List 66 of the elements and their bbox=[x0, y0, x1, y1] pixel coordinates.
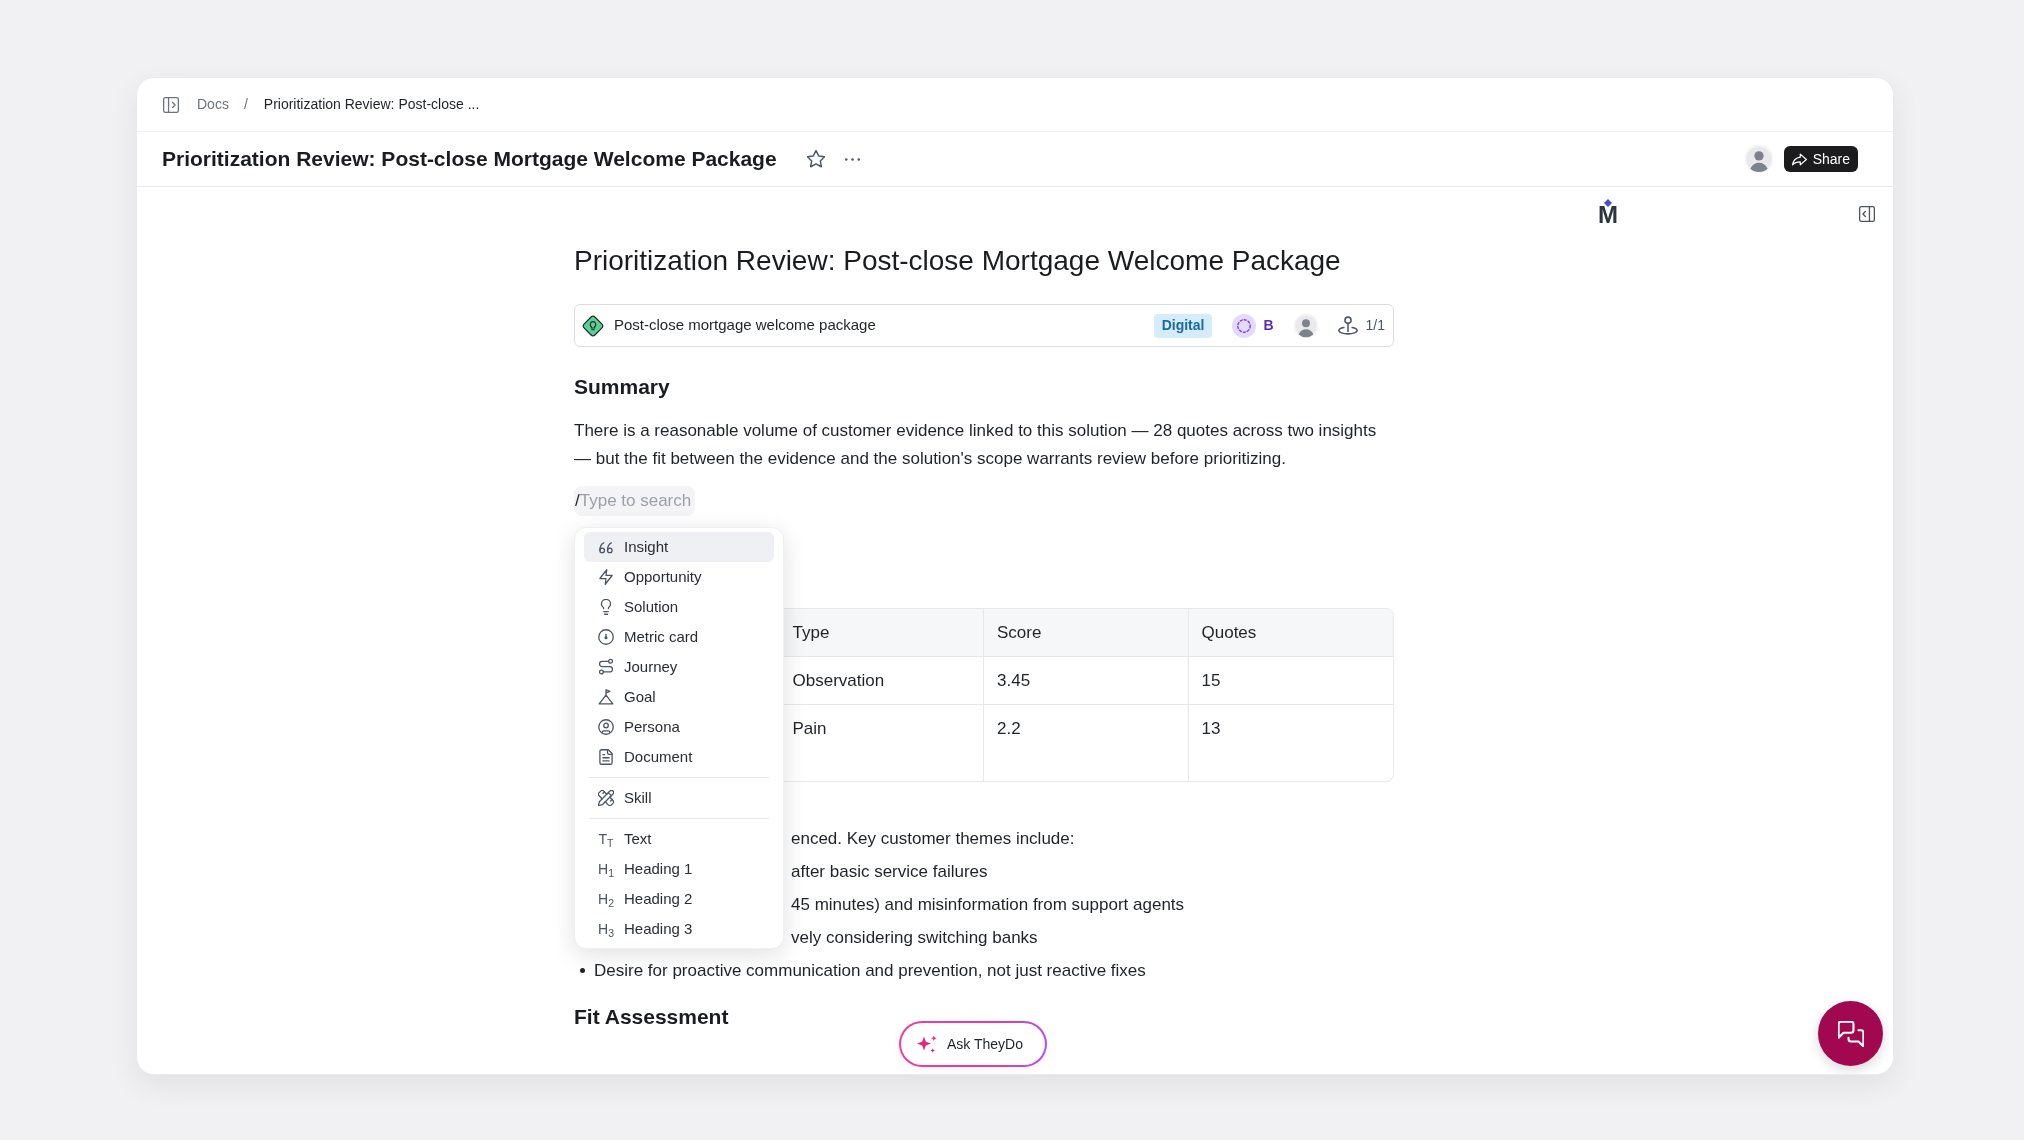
column-header: Type bbox=[779, 609, 984, 656]
table-cell: 3.45 bbox=[984, 657, 1189, 704]
column-header: Score bbox=[984, 609, 1189, 656]
menu-item[interactable]: T$_{T}$ Text bbox=[584, 824, 774, 854]
breadcrumb-current: Prioritization Review: Post-close ... bbox=[263, 95, 480, 114]
table-cell: Observation bbox=[779, 657, 984, 704]
menu-item[interactable]: H$_{1}$ Heading 1 bbox=[584, 854, 774, 884]
panel-collapse-icon[interactable] bbox=[1859, 206, 1875, 222]
table-cell: 2.2 bbox=[984, 705, 1189, 781]
menu-item[interactable]: Goal bbox=[584, 682, 774, 712]
quote-icon bbox=[598, 539, 614, 555]
menu-item[interactable]: Insight bbox=[584, 532, 774, 562]
breadcrumb-link[interactable]: Docs bbox=[197, 94, 229, 115]
solution-name: Post-close mortgage welcome package bbox=[614, 315, 876, 336]
mountain-flag-icon bbox=[598, 689, 614, 705]
ask-ai-button[interactable]: Ask TheyDo bbox=[899, 1021, 1047, 1067]
logo-text: M bbox=[1598, 205, 1618, 225]
user-avatar bbox=[1293, 313, 1318, 338]
sparkles-icon bbox=[917, 1035, 937, 1053]
dashed-circle-icon bbox=[1232, 313, 1257, 338]
table-cell-text: 15 bbox=[1200, 670, 1222, 692]
column-header: Quotes bbox=[1200, 621, 1258, 644]
more-icon[interactable] bbox=[844, 157, 860, 161]
star-icon[interactable] bbox=[806, 150, 825, 168]
breadcrumb-separator: / bbox=[243, 95, 248, 114]
menu-item[interactable]: H$_{2}$ Heading 2 bbox=[584, 884, 774, 914]
table-cell-text: 13 bbox=[1200, 718, 1222, 740]
page-title: Prioritization Review: Post-close Mortgage Welcome Package bbox=[162, 146, 777, 173]
paragraph-text: There is a reasonable volume of customer evidence linked to this solution — 28 quotes across two insights — but the fit between the evidence and the solution's scope warrants review before prioritizing. bbox=[574, 420, 1378, 470]
share-button[interactable]: Share bbox=[1783, 146, 1858, 172]
slash-command-field[interactable]: /Type to search bbox=[574, 486, 696, 516]
pencil-ruler-icon bbox=[598, 790, 614, 806]
lightbulb-icon bbox=[598, 599, 614, 615]
list-item-text: after basic service failures bbox=[791, 861, 988, 883]
user-avatar bbox=[1744, 145, 1773, 173]
route-icon bbox=[598, 659, 614, 675]
menu-item[interactable]: Document bbox=[584, 742, 774, 772]
paragraph-text: enced. Key customer themes include: bbox=[791, 828, 1075, 850]
user-circle-icon bbox=[598, 719, 614, 735]
location-pin-icon bbox=[1337, 316, 1358, 335]
menu-item[interactable]: Solution bbox=[584, 592, 774, 622]
lightning-icon bbox=[598, 569, 614, 585]
bullet-icon bbox=[580, 968, 585, 973]
sidebar-toggle-icon[interactable] bbox=[163, 96, 179, 113]
menu-item[interactable]: Skill bbox=[584, 783, 774, 813]
menu-item[interactable]: Opportunity bbox=[584, 562, 774, 592]
list-item-text: vely considering switching banks bbox=[791, 927, 1038, 949]
journey-count: 1/1 bbox=[1365, 316, 1385, 335]
diamond-icon bbox=[1604, 199, 1612, 207]
section-heading: Summary bbox=[574, 374, 671, 400]
document-title: Prioritization Review: Post-close Mortgage Welcome Package bbox=[574, 244, 1342, 278]
section-heading: Fit Assessment bbox=[574, 1004, 729, 1030]
menu-item[interactable]: Journey bbox=[584, 652, 774, 682]
menu-item[interactable]: Persona bbox=[584, 712, 774, 742]
table-cell: Pain bbox=[779, 705, 984, 781]
list-item-text: Desire for proactive communication and prevention, not just reactive fixes bbox=[594, 960, 1146, 982]
owner-initial: B bbox=[1263, 316, 1274, 335]
gauge-icon bbox=[598, 629, 614, 645]
chat-button[interactable] bbox=[1818, 1001, 1883, 1066]
chat-bubbles-icon bbox=[1837, 1020, 1864, 1047]
menu-item[interactable]: Metric card bbox=[584, 622, 774, 652]
tag-badge: Digital bbox=[1153, 313, 1213, 338]
list-item-text: 45 minutes) and misinformation from support agents bbox=[791, 894, 1185, 916]
document-icon bbox=[598, 749, 614, 765]
menu-item[interactable]: H$_{3}$ Heading 3 bbox=[584, 914, 774, 944]
share-icon bbox=[1791, 152, 1807, 166]
